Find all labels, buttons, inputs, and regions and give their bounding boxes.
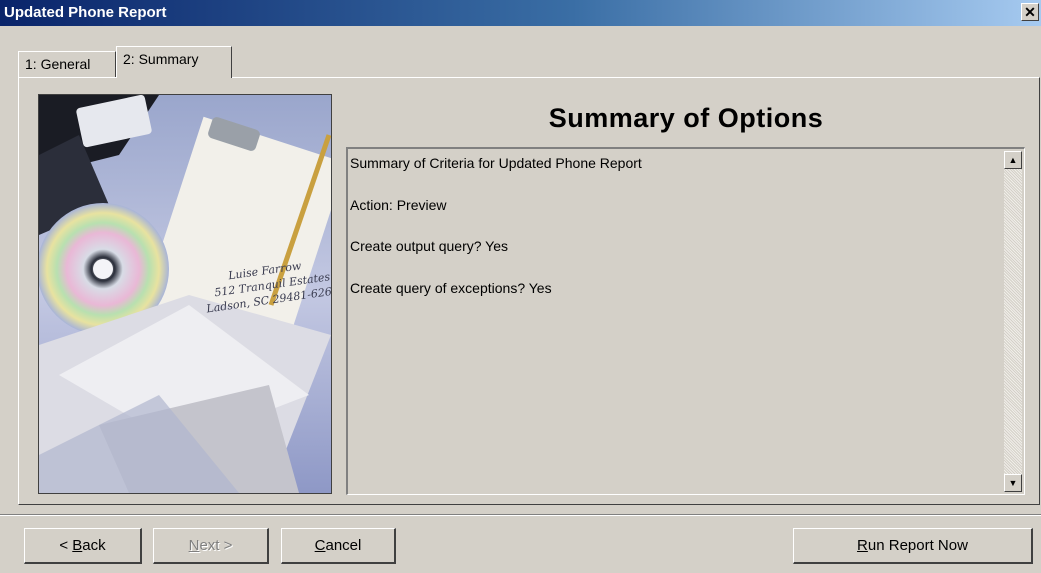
summary-line-criteria: Summary of Criteria for Updated Phone Re… — [350, 155, 642, 171]
run-button-label: un Report Now — [867, 537, 968, 554]
tab-summary-label: 2: Summary — [123, 51, 199, 67]
next-button-mnemonic: N — [188, 537, 200, 554]
back-button-mnemonic: B — [72, 537, 83, 554]
back-button-label: ack — [82, 537, 106, 554]
cancel-button-mnemonic: C — [314, 537, 326, 554]
footer-divider — [0, 514, 1041, 516]
scroll-down-button[interactable]: ▼ — [1004, 474, 1022, 492]
window-title: Updated Phone Report — [4, 4, 167, 21]
run-button-mnemonic: R — [857, 537, 868, 554]
next-button-label: ext > — [199, 537, 233, 554]
clipboard-cd-envelope-illustration: Luise Farrow 512 Tranquil Estates Blv La… — [39, 95, 331, 493]
scroll-down-icon: ▼ — [1008, 478, 1018, 488]
summary-text-area[interactable]: Summary of Criteria for Updated Phone Re… — [346, 147, 1025, 495]
scroll-up-button[interactable]: ▲ — [1004, 151, 1022, 169]
summary-lines: Summary of Criteria for Updated Phone Re… — [350, 155, 994, 321]
back-button-prefix: < — [59, 537, 73, 554]
close-icon: ✕ — [1024, 4, 1036, 20]
cancel-button-label: ancel — [325, 537, 362, 554]
close-button[interactable]: ✕ — [1021, 3, 1039, 21]
summary-line-action: Action: Preview — [350, 196, 447, 213]
run-report-now-button[interactable]: Run Report Now — [793, 528, 1033, 564]
tab-summary[interactable]: 2: Summary — [116, 46, 232, 78]
next-button[interactable]: Next > — [153, 528, 269, 564]
tab-general-label: 1: General — [25, 56, 91, 72]
title-bar: Updated Phone Report ✕ — [0, 0, 1041, 26]
tab-general[interactable]: 1: General — [18, 51, 116, 77]
summary-line-exceptions-query: Create query of exceptions? Yes — [350, 279, 552, 296]
cancel-button[interactable]: Cancel — [281, 528, 396, 564]
summary-heading: Summary of Options — [548, 103, 824, 133]
back-button[interactable]: < Back — [24, 528, 142, 564]
summary-line-output-query: Create output query? Yes — [350, 238, 509, 254]
report-illustration: Luise Farrow 512 Tranquil Estates Blv La… — [38, 94, 332, 494]
vertical-scrollbar[interactable]: ▲ ▼ — [1004, 151, 1022, 492]
scroll-up-icon: ▲ — [1008, 155, 1018, 165]
